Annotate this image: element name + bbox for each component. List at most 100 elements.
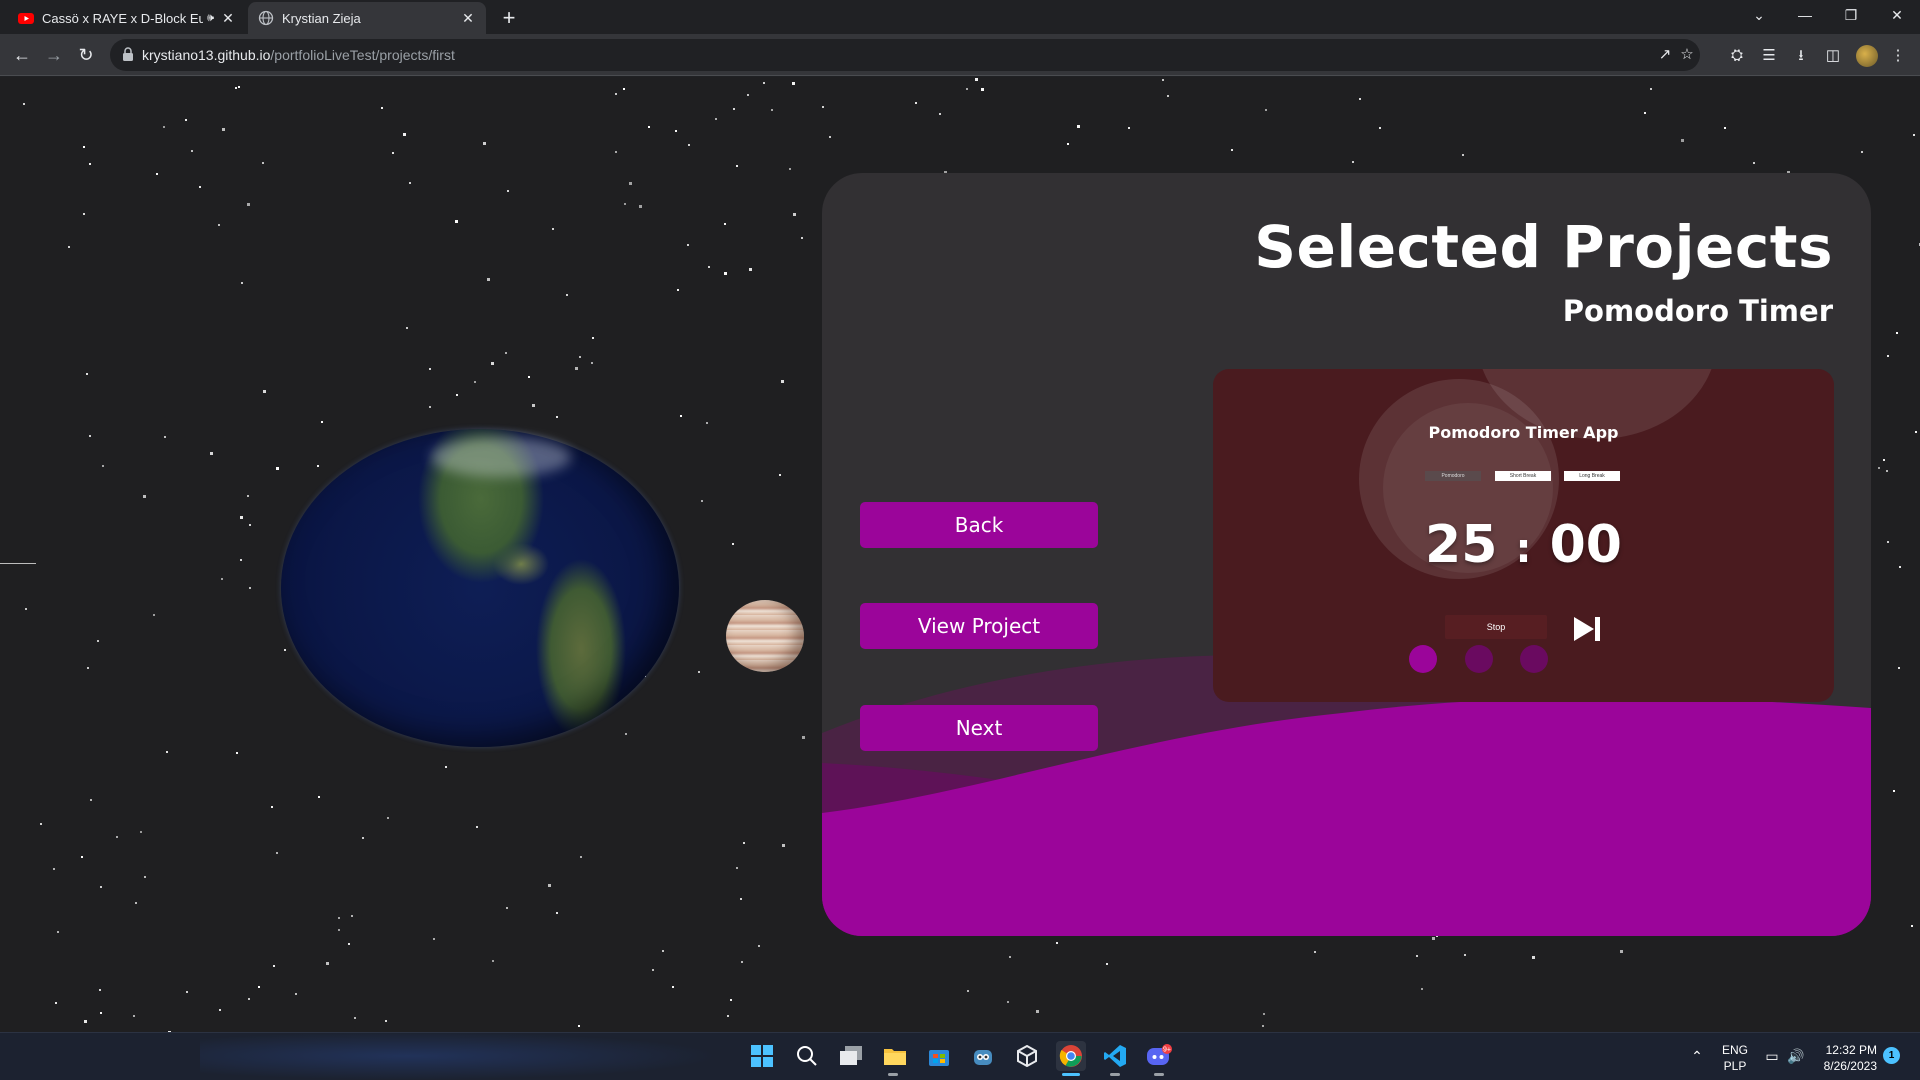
star	[25, 608, 27, 610]
address-bar[interactable]: krystiano13.github.io/portfolioLiveTest/…	[110, 39, 1700, 71]
star	[1056, 942, 1058, 944]
star	[81, 856, 83, 858]
star	[1886, 470, 1888, 472]
close-tab-icon[interactable]: ✕	[460, 10, 476, 27]
download-icon[interactable]: ⭳	[1791, 46, 1811, 66]
view-project-button[interactable]: View Project	[860, 603, 1098, 649]
star	[240, 559, 242, 561]
browser-toolbar: ← → ↻ krystiano13.github.io/portfolioLiv…	[0, 34, 1920, 76]
star	[429, 368, 431, 370]
preview-app-title: Pomodoro Timer App	[1428, 423, 1619, 442]
star	[1899, 566, 1901, 568]
star	[743, 842, 745, 844]
star	[1067, 143, 1069, 145]
search-icon[interactable]	[792, 1041, 822, 1071]
discord-icon[interactable]: 9+	[1144, 1041, 1174, 1071]
star	[566, 294, 568, 296]
star	[241, 282, 243, 284]
speaker-icon[interactable]: 🕪	[207, 12, 214, 25]
sidepanel-icon[interactable]: ◫	[1823, 46, 1843, 66]
star	[779, 474, 781, 476]
star	[740, 898, 742, 900]
star	[491, 362, 494, 365]
star	[724, 223, 726, 225]
show-hidden-icons-icon[interactable]: ⌃	[1687, 1046, 1707, 1066]
star	[506, 907, 508, 909]
star-icon[interactable]: ☆	[1677, 45, 1697, 65]
reload-icon[interactable]: ↻	[72, 41, 100, 69]
star	[403, 133, 406, 136]
back-button[interactable]: Back	[860, 502, 1098, 548]
star	[1314, 951, 1316, 953]
minimize-button[interactable]: —	[1782, 0, 1828, 30]
star	[528, 376, 530, 378]
star	[1265, 109, 1267, 111]
running-indicator	[1154, 1073, 1164, 1076]
star	[1464, 954, 1466, 956]
microsoft-store-icon[interactable]	[924, 1041, 954, 1071]
star	[392, 152, 394, 154]
star	[140, 831, 142, 833]
star	[381, 107, 383, 109]
language-indicator[interactable]: ENG	[1722, 1043, 1748, 1057]
star	[1379, 127, 1381, 129]
star	[89, 163, 91, 165]
restore-button[interactable]: ❐	[1828, 0, 1874, 30]
star	[153, 614, 155, 616]
menu-icon[interactable]: ⋮	[1888, 46, 1908, 66]
url-text: krystiano13.github.io/portfolioLiveTest/…	[142, 47, 455, 63]
forward-arrow-icon[interactable]: →	[40, 41, 68, 69]
star	[727, 1015, 729, 1017]
clock-date[interactable]: 8/26/2023	[1815, 1059, 1877, 1073]
profile-avatar[interactable]	[1856, 45, 1878, 67]
chrome-icon[interactable]	[1056, 1041, 1086, 1071]
notification-badge[interactable]: 1	[1883, 1047, 1900, 1064]
network-icon[interactable]: ▭	[1762, 1046, 1782, 1066]
lock-icon[interactable]	[122, 47, 134, 61]
vscode-icon[interactable]	[1100, 1041, 1130, 1071]
file-explorer-icon[interactable]	[880, 1041, 910, 1071]
extensions-icon[interactable]: ⛭	[1727, 46, 1747, 66]
star	[1898, 667, 1900, 669]
next-button[interactable]: Next	[860, 705, 1098, 751]
star	[615, 151, 617, 153]
star	[724, 272, 727, 275]
star	[348, 943, 350, 945]
star	[625, 733, 627, 735]
new-tab-button[interactable]: +	[496, 5, 522, 31]
keyboard-layout-indicator[interactable]: PLP	[1722, 1059, 1748, 1073]
tab-youtube[interactable]: Cassö x RAYE x D-Block Europ 🕪 ✕	[8, 2, 246, 34]
unity-icon[interactable]	[1012, 1041, 1042, 1071]
star	[1007, 1001, 1009, 1003]
browser-tab-strip: Cassö x RAYE x D-Block Europ 🕪 ✕ Krystia…	[0, 0, 1920, 34]
star	[781, 380, 784, 383]
share-icon[interactable]: ↗	[1655, 45, 1675, 65]
task-view-icon[interactable]	[836, 1041, 866, 1071]
windows-start-icon[interactable]	[747, 1041, 777, 1071]
tab-search-icon[interactable]: ⌄	[1736, 0, 1782, 30]
star	[1432, 937, 1435, 940]
star	[406, 327, 408, 329]
star	[429, 406, 431, 408]
star	[219, 1009, 221, 1011]
project-name: Pomodoro Timer	[1562, 294, 1833, 328]
volume-icon[interactable]: 🔊	[1786, 1046, 1806, 1066]
back-arrow-icon[interactable]: ←	[8, 41, 36, 69]
star	[1915, 431, 1917, 433]
star	[186, 991, 188, 993]
running-indicator	[1110, 1073, 1120, 1076]
star	[552, 228, 554, 230]
star	[505, 352, 507, 354]
close-window-button[interactable]: ✕	[1874, 0, 1920, 30]
star	[83, 213, 85, 215]
tab-krystian-zieja[interactable]: Krystian Zieja ✕	[248, 2, 486, 34]
youtube-icon	[18, 13, 34, 24]
star	[623, 88, 625, 90]
godot-icon[interactable]	[968, 1041, 998, 1071]
clock-time[interactable]: 12:32 PM	[1815, 1043, 1877, 1057]
star	[1893, 790, 1895, 792]
media-icon[interactable]: ☰	[1759, 46, 1779, 66]
close-tab-icon[interactable]: ✕	[220, 10, 236, 27]
star	[317, 465, 319, 467]
star	[456, 394, 458, 396]
